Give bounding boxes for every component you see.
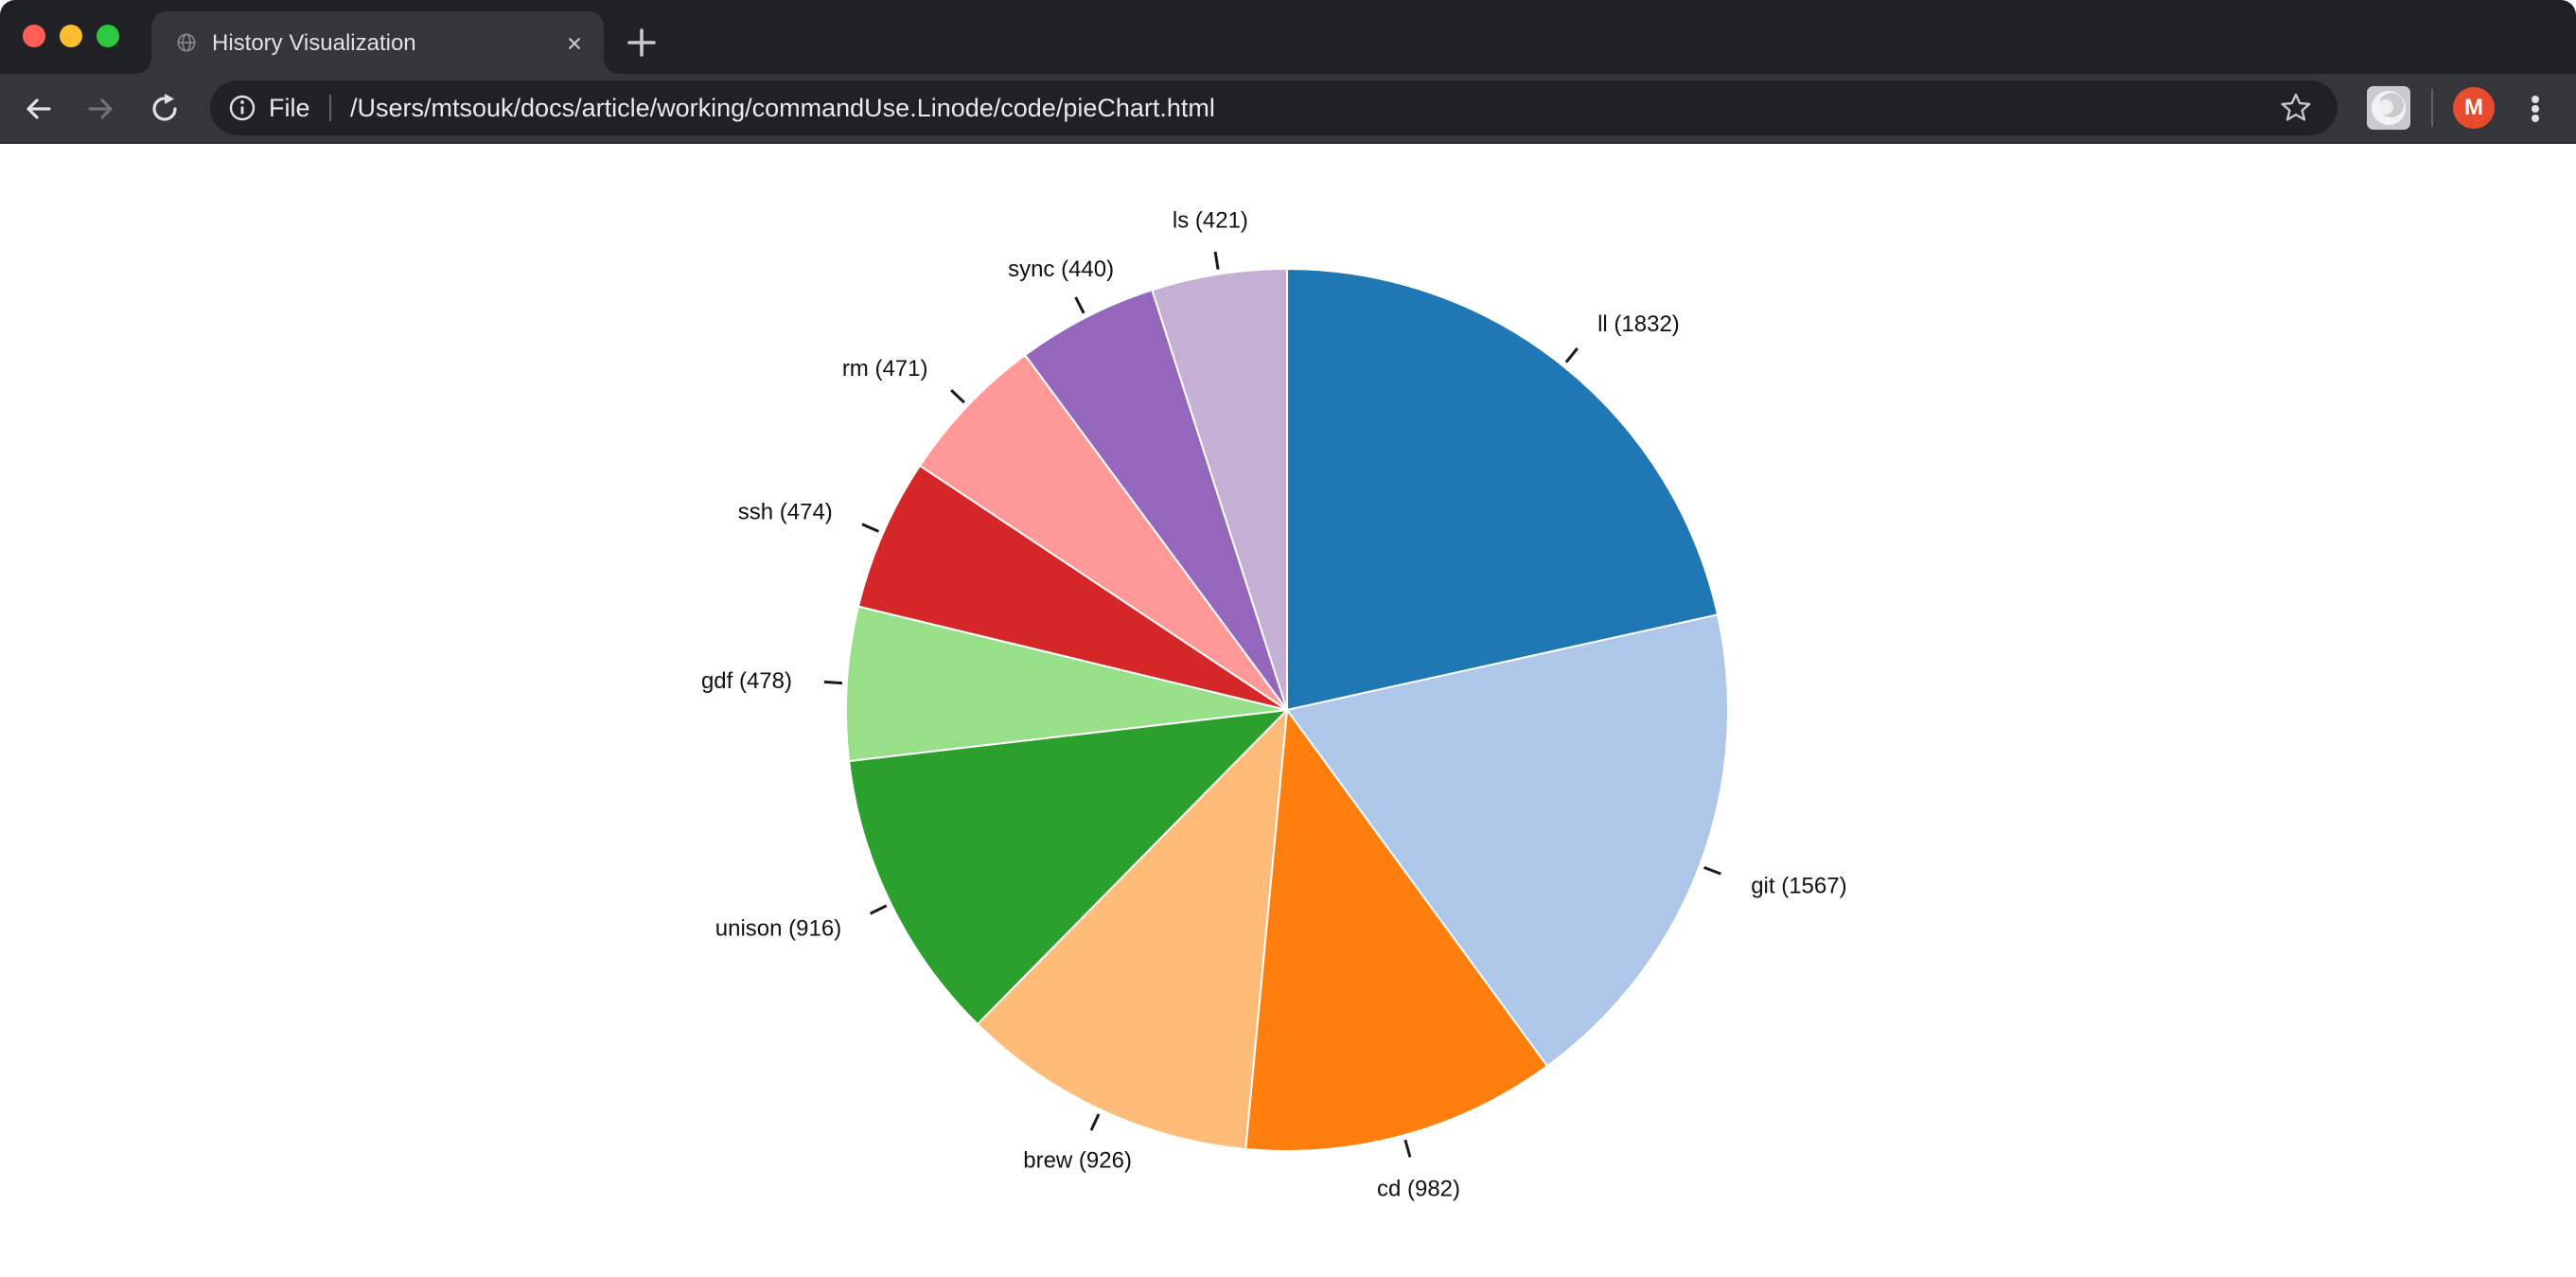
label-tick-brew — [1091, 1114, 1099, 1130]
new-tab-button[interactable] — [621, 22, 662, 63]
back-button[interactable] — [21, 92, 55, 126]
url-scheme-label: File — [269, 94, 310, 122]
bookmark-star-icon[interactable] — [2279, 91, 2313, 130]
slice-label-gdf: gdf (478) — [701, 668, 792, 694]
window-minimize-button[interactable] — [60, 25, 82, 47]
slice-label-git: git (1567) — [1751, 874, 1846, 899]
browser-window: History Visualization — [0, 0, 2576, 1277]
label-tick-ssh — [862, 524, 878, 532]
tab-close-icon[interactable] — [564, 33, 585, 54]
forward-button[interactable] — [84, 92, 118, 126]
label-tick-ll — [1566, 348, 1578, 363]
slice-label-unison: unison (916) — [715, 915, 841, 941]
page-info-icon[interactable] — [225, 91, 259, 130]
tab-title: History Visualization — [212, 30, 524, 57]
slice-label-rm: rm (471) — [842, 356, 928, 381]
omnibox-separator — [329, 95, 331, 121]
label-tick-ls — [1215, 252, 1218, 270]
label-tick-gdf — [824, 682, 842, 683]
toolbar-separator — [2431, 89, 2433, 127]
globe-favicon-icon — [174, 30, 199, 60]
extension-icon[interactable] — [2367, 86, 2410, 130]
label-tick-unison — [871, 906, 887, 913]
pie-chart: ll (1832) git (1567) cd (982) brew (926) uni… — [0, 144, 2576, 1277]
address-bar[interactable]: File /Users/mtsouk/docs/article/working/… — [210, 80, 2338, 135]
label-tick-sync — [1076, 297, 1085, 313]
label-tick-rm — [951, 390, 964, 402]
label-tick-git — [1704, 867, 1721, 874]
tab-strip: History Visualization — [0, 0, 2576, 74]
window-zoom-button[interactable] — [97, 25, 119, 47]
label-tick-cd — [1405, 1140, 1410, 1157]
slice-label-brew: brew (926) — [1023, 1147, 1132, 1173]
slice-label-sync: sync (440) — [1008, 257, 1114, 282]
slice-label-ls: ls (421) — [1173, 208, 1248, 234]
browser-menu-kebab-icon[interactable] — [2518, 92, 2552, 126]
slice-label-cd: cd (982) — [1377, 1177, 1460, 1202]
slice-label-ll: ll (1832) — [1597, 311, 1680, 337]
tab-history-visualization[interactable]: History Visualization — [151, 11, 604, 74]
page-content: ll (1832) git (1567) cd (982) brew (926) uni… — [0, 144, 2576, 1277]
url-text: /Users/mtsouk/docs/article/working/comma… — [350, 94, 1215, 122]
window-close-button[interactable] — [23, 25, 45, 47]
browser-toolbar: File /Users/mtsouk/docs/article/working/… — [0, 74, 2576, 144]
slice-label-ssh: ssh (474) — [738, 500, 833, 525]
reload-button[interactable] — [148, 92, 182, 126]
profile-avatar[interactable]: M — [2453, 87, 2495, 129]
